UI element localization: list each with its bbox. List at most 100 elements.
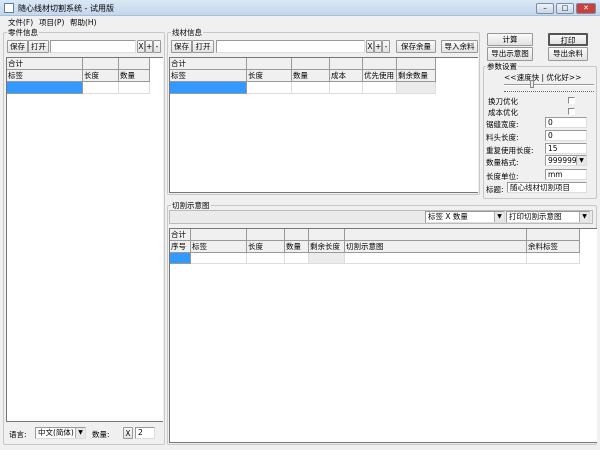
stock-col-header[interactable]: 剩余数量 [397,70,436,82]
stock-total-cell [292,58,330,70]
diagram-cell-selected[interactable] [170,253,191,264]
diagram-cell[interactable] [309,253,345,264]
diagram-col-header[interactable]: 余料标签 [527,241,580,253]
chevron-down-icon: ▼ [494,212,504,222]
diagram-col-header[interactable]: 标签 [191,241,247,253]
parts-cell[interactable] [83,82,119,94]
parts-cell[interactable] [119,82,150,94]
diagram-total-cell [309,229,345,241]
qty-format-label: 数量格式: [486,158,519,167]
optimization-slider-track[interactable] [504,84,594,86]
stock-total-cell [397,58,436,70]
reuse-length-input[interactable]: 15 [545,143,587,154]
print-button[interactable]: 打印 [548,33,588,46]
stock-cell[interactable] [363,82,397,94]
close-button[interactable]: ✕ [576,3,596,14]
knife-opt-label: 换刀优化 [488,97,518,106]
language-label: 语言: [9,430,27,439]
parts-clear-button[interactable]: X [137,40,145,53]
language-value: 中文(简体) [38,428,74,437]
minimize-button[interactable]: – [536,3,554,14]
stock-save-button[interactable]: 保存 [171,40,192,53]
stock-open-button[interactable]: 打开 [192,40,214,53]
parts-cell-selected[interactable] [7,82,83,94]
stock-clear-button[interactable]: X [366,40,374,53]
export-diagram-button[interactable]: 导出示意图 [487,47,533,61]
head-length-label: 料头长度: [486,133,519,142]
stock-total-cell: 合计 [170,58,247,70]
slider-ticks [504,91,594,93]
parts-total-label: 合计 [7,58,83,70]
knife-opt-checkbox[interactable] [568,97,575,104]
menu-project[interactable]: 项目(P) [39,17,64,28]
parts-col-length[interactable]: 长度 [83,70,119,82]
stock-col-header[interactable]: 数量 [292,70,330,82]
export-remain-button[interactable]: 导出余料 [548,47,588,61]
stock-col-header[interactable]: 成本 [330,70,363,82]
qty-format-value: 999999 [548,156,577,165]
stock-total-cell [330,58,363,70]
label-format-value: 标签 X 数量 [428,212,468,221]
stock-total-cell [363,58,397,70]
parts-remove-button[interactable]: - [153,40,161,53]
stock-cell[interactable] [292,82,330,94]
label-format-select[interactable]: 标签 X 数量 ▼ [425,211,505,223]
cost-opt-checkbox[interactable] [568,108,575,115]
parts-col-label[interactable]: 标签 [7,70,83,82]
parts-add-button[interactable]: + [145,40,153,53]
qty-format-select[interactable]: 999999 ▼ [545,155,587,166]
diagram-cell[interactable] [191,253,247,264]
head-length-input[interactable]: 0 [545,130,587,141]
print-diagram-value: 打印切割示意图 [509,212,562,221]
stock-cell[interactable] [330,82,363,94]
parts-col-qty[interactable]: 数量 [119,70,150,82]
diagram-col-header[interactable]: 数量 [285,241,309,253]
calculate-button[interactable]: 计算 [487,33,533,46]
chevron-down-icon: ▼ [576,156,586,165]
unit-input[interactable]: mm [545,169,587,180]
stock-cell-selected[interactable] [170,82,247,94]
save-remain-button[interactable]: 保存余量 [396,40,436,53]
quantity-clear-button[interactable]: X [123,427,133,439]
stock-cell[interactable] [397,82,436,94]
title-label: 标题: [486,185,504,194]
parts-save-button[interactable]: 保存 [7,40,28,53]
chevron-down-icon: ▼ [75,428,85,438]
diagram-total-cell [285,229,309,241]
stock-add-button[interactable]: + [374,40,382,53]
diagram-cell[interactable] [247,253,285,264]
diagram-cell[interactable] [345,253,527,264]
diagram-col-header[interactable]: 剩余长度 [309,241,345,253]
optimization-slider-thumb[interactable] [530,80,535,88]
import-remain-button[interactable]: 导入余料 [441,40,478,53]
parts-grid[interactable] [6,57,163,422]
stock-col-header[interactable]: 优先使用 [363,70,397,82]
menu-help[interactable]: 帮助(H) [70,17,97,28]
maximize-button[interactable]: □ [556,3,574,14]
diagram-col-header[interactable]: 长度 [247,241,285,253]
parts-total-cell [83,58,119,70]
parts-open-button[interactable]: 打开 [28,40,49,53]
print-diagram-select[interactable]: 打印切割示意图 ▼ [506,211,590,223]
diagram-total-cell [345,229,527,241]
title-input[interactable]: 随心线材切割项目 [507,182,587,193]
window-title: 随心线材切割系统 - 试用版 [18,4,114,13]
chevron-down-icon: ▼ [579,212,589,222]
stock-cell[interactable] [247,82,292,94]
stock-col-header[interactable]: 长度 [247,70,292,82]
language-select[interactable]: 中文(简体) ▼ [35,427,86,439]
params-group-label: 参数设置 [486,61,518,72]
diagram-cell[interactable] [285,253,309,264]
stock-remove-button[interactable]: - [382,40,390,53]
kerf-label: 锯缝宽度: [486,120,519,129]
stock-col-header[interactable]: 标签 [170,70,247,82]
diagram-col-header[interactable]: 序号 [170,241,191,253]
diagram-total-cell [527,229,580,241]
stock-file-input[interactable] [216,40,365,53]
diagram-cell[interactable] [527,253,580,264]
diagram-total-cell: 合计 [170,229,191,241]
diagram-col-header[interactable]: 切割示意图 [345,241,527,253]
quantity-input[interactable]: 2 [135,427,155,439]
parts-file-input[interactable] [50,40,136,53]
kerf-input[interactable]: 0 [545,117,587,128]
